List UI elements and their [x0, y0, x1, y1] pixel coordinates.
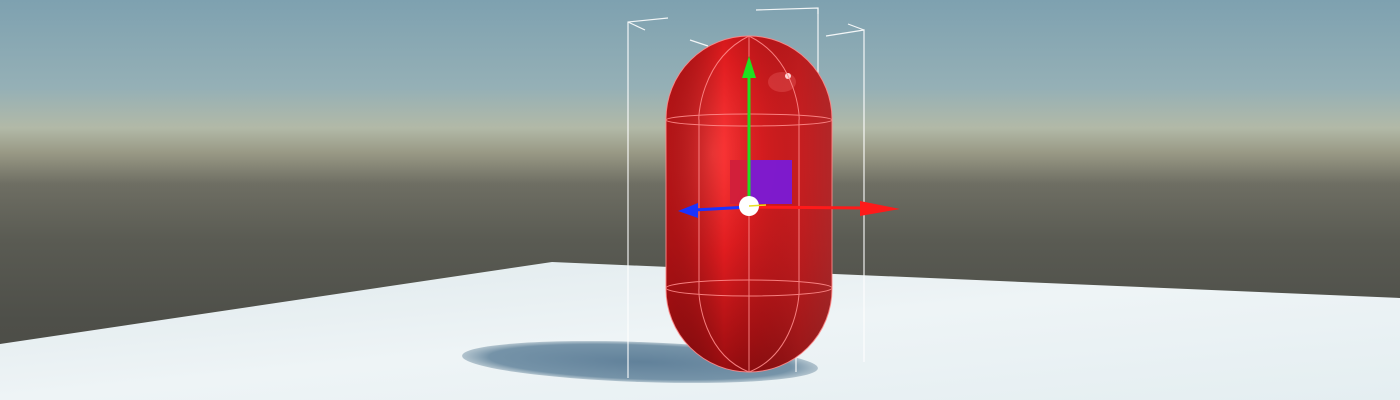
- scene-view[interactable]: [0, 0, 1400, 400]
- scene-canvas[interactable]: [0, 0, 1400, 400]
